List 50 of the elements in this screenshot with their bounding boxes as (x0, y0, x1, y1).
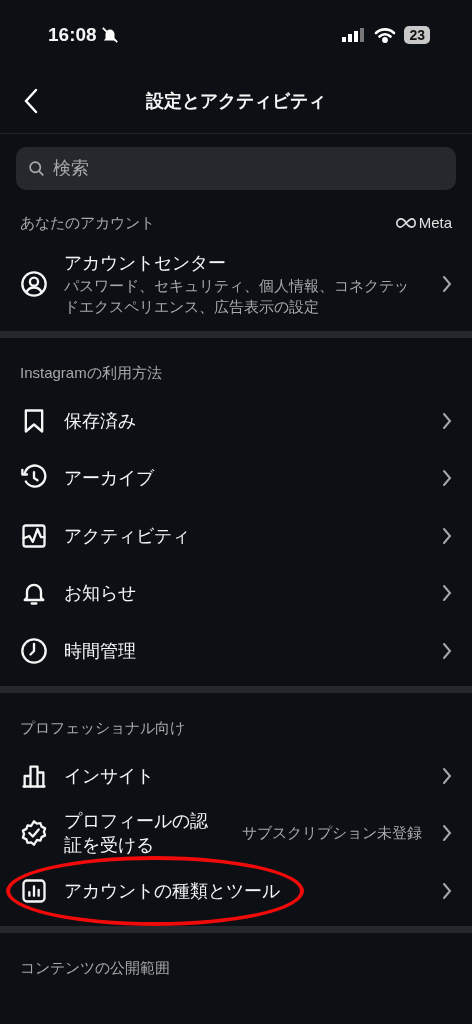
chevron-right-icon (442, 274, 452, 293)
item-label: アカウントセンター (64, 251, 227, 275)
item-label: アーカイブ (64, 467, 155, 491)
back-icon (24, 88, 38, 114)
clock-icon (20, 636, 48, 665)
item-label: プロフィールの認証を受ける (64, 810, 209, 858)
chevron-right-icon (442, 766, 452, 785)
verified-badge-icon (20, 819, 48, 848)
settings-item[interactable]: アーカイブ (0, 449, 472, 507)
chevron-right-icon (442, 641, 452, 660)
chevron-right-icon (442, 824, 452, 843)
page-title: 設定とアクティビティ (146, 90, 326, 113)
settings-item[interactable]: プロフィールの認証を受ける サブスクリプション未登録 (0, 804, 472, 862)
infinity-logo-icon (395, 218, 416, 229)
signal-icon (342, 27, 367, 43)
meta-brand: Meta (418, 213, 452, 233)
wifi-icon (374, 27, 397, 43)
search-field[interactable]: 検索 (16, 147, 456, 190)
section-header: コンテンツの公開範囲 (20, 957, 170, 978)
chevron-right-icon (442, 881, 452, 900)
chart-square-icon (20, 876, 48, 905)
item-subtitle: パスワード、セキュリティ、個人情報、コネクテッドエクスペリエンス、広告表示の設定 (64, 275, 410, 317)
item-value: サブスクリプション未登録 (242, 823, 422, 843)
settings-item[interactable]: アカウントセンター パスワード、セキュリティ、個人情報、コネクテッドエクスペリエンス、広告表示の設定 (0, 242, 472, 325)
search-icon (28, 160, 45, 177)
item-label: アクティビティ (64, 524, 191, 548)
section-header: プロフェッショナル向け (20, 717, 185, 738)
item-label: 時間管理 (64, 639, 137, 663)
item-label: 保存済み (64, 409, 137, 433)
item-label: アカウントの種類とツール (64, 879, 281, 903)
item-label: インサイト (64, 764, 155, 788)
chevron-right-icon (442, 469, 452, 488)
status-time: 16:08 (48, 22, 97, 47)
chevron-right-icon (442, 584, 452, 603)
section-header: あなたのアカウント (20, 213, 155, 233)
activity-icon (20, 521, 48, 550)
settings-item[interactable]: 時間管理 (0, 622, 472, 680)
section-header: Instagramの利用方法 (20, 362, 162, 383)
chevron-right-icon (442, 411, 452, 430)
item-label: お知らせ (64, 582, 137, 606)
back-button[interactable] (24, 88, 38, 114)
settings-item[interactable]: インサイト (0, 747, 472, 805)
settings-item[interactable]: アカウントの種類とツール (0, 862, 472, 920)
bell-off-icon (100, 26, 119, 44)
settings-item[interactable]: 保存済み (0, 392, 472, 450)
chevron-right-icon (442, 526, 452, 545)
battery-level: 23 (404, 26, 430, 44)
person-circle-icon (20, 269, 48, 298)
settings-item[interactable]: アクティビティ (0, 507, 472, 565)
settings-item[interactable]: お知らせ (0, 564, 472, 622)
